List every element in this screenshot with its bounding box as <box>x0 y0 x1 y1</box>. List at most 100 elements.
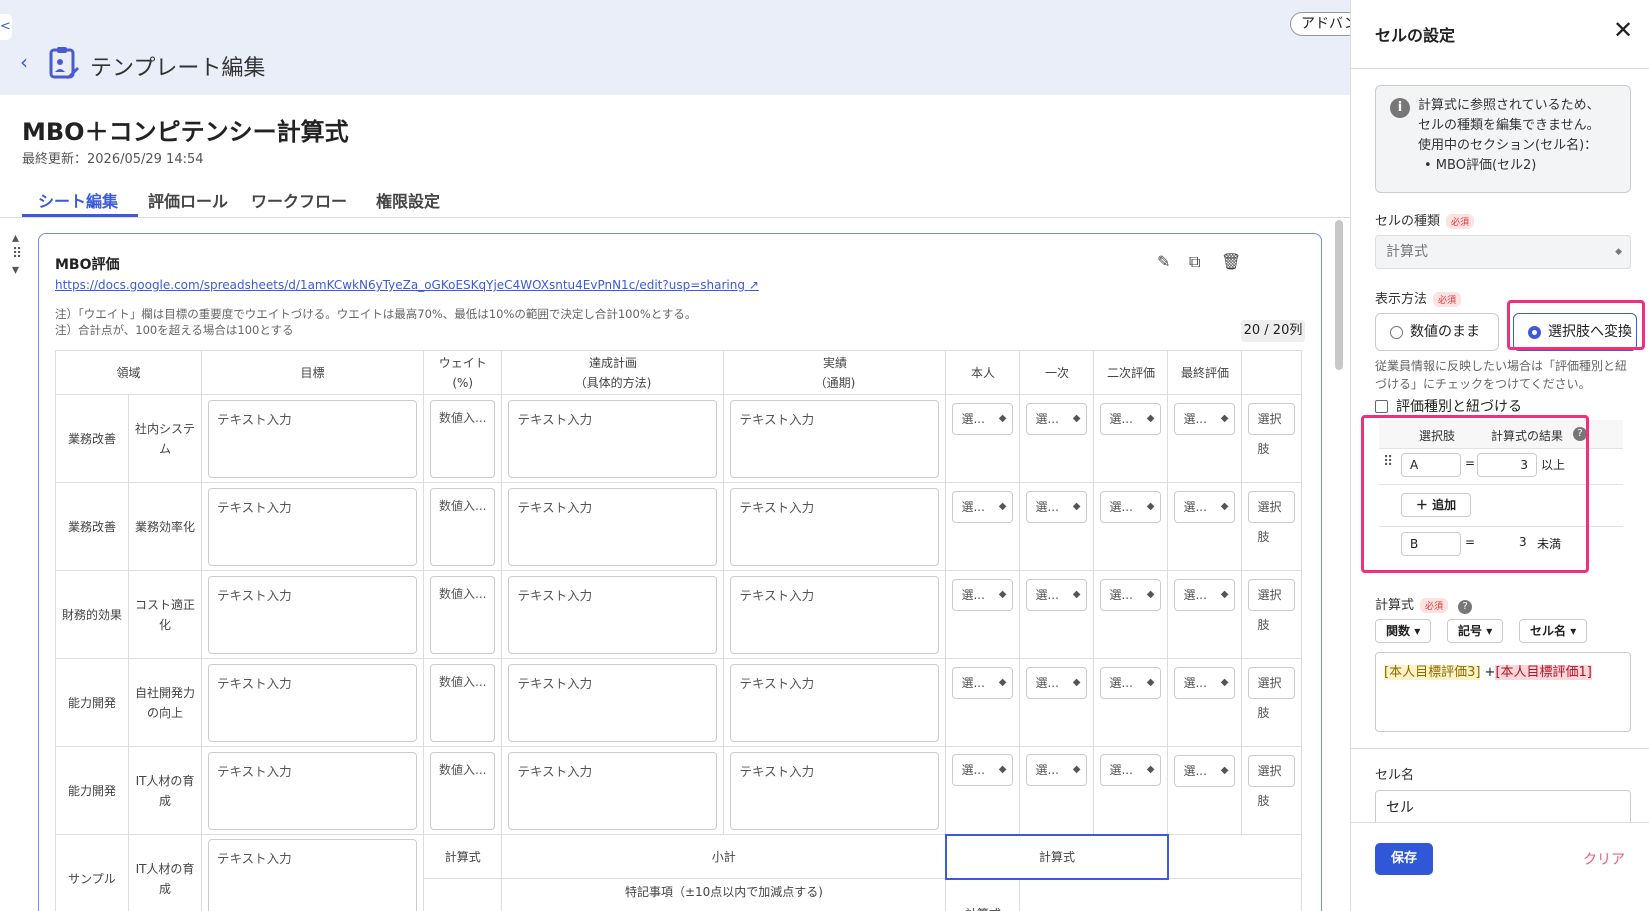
self-select[interactable]: 選... ◆ <box>952 402 1014 435</box>
symbol-dropdown[interactable]: 記号 ▾ <box>1447 619 1504 643</box>
final-select[interactable]: 選... ◆ <box>1174 490 1236 523</box>
copy-icon[interactable]: ⧉ <box>1189 252 1200 272</box>
sheet-table: 領域 目標 ウェイト (%) 達成計画 （具体的方法) 実績 （通期) 本人 一次 二… <box>55 350 1303 911</box>
second-select[interactable]: 選... ◆ <box>1100 490 1162 523</box>
goal-input[interactable]: テキスト入力 <box>208 839 417 911</box>
formula-cell[interactable]: 計算式 <box>945 878 1021 911</box>
result-input[interactable]: テキスト入力 <box>730 663 940 742</box>
first-select[interactable]: 選... ◆ <box>1026 754 1088 787</box>
updown-icon: ◆ <box>1220 500 1229 512</box>
formula-editor[interactable]: [本人目標評価3] +[本人目標評価1] <box>1375 652 1631 732</box>
spreadsheet-link[interactable]: https://docs.google.com/spreadsheets/d/1… <box>55 278 759 292</box>
extra-select[interactable]: 選択肢 <box>1248 490 1296 544</box>
second-select[interactable]: 選... ◆ <box>1100 402 1162 435</box>
tab-sheet-edit[interactable]: シート編集 <box>38 188 118 212</box>
back-chevron-icon[interactable]: ‹ <box>20 50 28 74</box>
area-cell: 業務改善 <box>55 482 129 571</box>
formula-cell[interactable]: 計算式 <box>422 834 503 879</box>
special-note-cell[interactable]: 特記事項（±10点以内で加減点する) <box>501 878 947 911</box>
goal-input[interactable]: テキスト入力 <box>208 487 417 566</box>
select-text: 選... <box>1109 675 1133 690</box>
sheet-grid: 領域 目標 ウェイト (%) 達成計画 （具体的方法) 実績 （通期) 本人 一次 二… <box>55 350 1305 911</box>
table-row-sample: サンプル IT人材の育成 テキスト入力 計算式 小計 計算式 <box>55 833 1303 911</box>
updown-icon: ◆ <box>1220 588 1229 600</box>
close-icon[interactable]: ✕ <box>1613 16 1633 44</box>
goal-input[interactable]: テキスト入力 <box>208 575 417 654</box>
weight-input[interactable]: 数値入... <box>430 399 496 478</box>
extra-select[interactable]: 選択肢 <box>1248 402 1296 456</box>
first-select[interactable]: 選... ◆ <box>1026 490 1088 523</box>
updown-icon: ◆ <box>998 764 1007 776</box>
link-eval-checkbox[interactable]: 評価種別と紐づける <box>1375 396 1522 416</box>
self-select[interactable]: 選... ◆ <box>952 754 1014 787</box>
cell-name-label: セル名 <box>1375 768 1415 783</box>
final-select[interactable]: 選... ◆ <box>1174 578 1236 611</box>
table-row: 業務改善 業務効率化 テキスト入力 数値入... テキスト入力 テキスト入力 選… <box>55 482 1303 571</box>
collapse-arrow-icon[interactable]: < <box>0 14 12 40</box>
weight-input[interactable]: 数値入... <box>430 575 496 654</box>
panel-title: セルの設定 <box>1375 26 1456 45</box>
plan-input[interactable]: テキスト入力 <box>508 663 718 742</box>
tab-permissions[interactable]: 権限設定 <box>376 188 440 212</box>
updown-icon: ◆ <box>1072 764 1081 776</box>
result-input[interactable]: テキスト入力 <box>730 575 940 654</box>
save-button[interactable]: 保存 <box>1375 843 1433 875</box>
symbol-label: 記号 <box>1458 624 1483 638</box>
goal-input[interactable]: テキスト入力 <box>208 663 417 742</box>
second-select[interactable]: 選... ◆ <box>1100 666 1162 699</box>
self-select[interactable]: 選... ◆ <box>952 666 1014 699</box>
edit-pencil-icon[interactable]: ✎ <box>1157 252 1170 271</box>
section-card: MBO評価 https://docs.google.com/spreadshee… <box>38 233 1322 911</box>
first-select[interactable]: 選... ◆ <box>1026 578 1088 611</box>
weight-input[interactable]: 数値入... <box>430 487 496 566</box>
cellname-dropdown[interactable]: セル名 ▾ <box>1519 619 1588 643</box>
plan-input[interactable]: テキスト入力 <box>508 751 718 830</box>
extra-select[interactable]: 選択肢 <box>1248 754 1296 808</box>
subtotal-cell[interactable]: 小計 <box>501 834 947 879</box>
updown-icon: ◆ <box>998 500 1007 512</box>
extra-select[interactable]: 選択肢 <box>1248 666 1296 720</box>
plan-input[interactable]: テキスト入力 <box>508 399 718 478</box>
plan-input[interactable]: テキスト入力 <box>508 487 718 566</box>
area-cell: 業務改善 <box>55 394 129 483</box>
first-select[interactable]: 選... ◆ <box>1026 402 1088 435</box>
radio-raw-number[interactable]: 数値のまま <box>1375 313 1499 351</box>
weight-input[interactable]: 数値入... <box>430 751 496 830</box>
tab-workflow[interactable]: ワークフロー <box>251 188 347 212</box>
function-dropdown[interactable]: 関数 ▾ <box>1375 619 1432 643</box>
formula-cell-selected[interactable]: 計算式 <box>944 833 1169 880</box>
self-select[interactable]: 選... ◆ <box>952 490 1014 523</box>
clear-button[interactable]: クリア <box>1583 849 1625 869</box>
cell-name-input[interactable]: セル <box>1375 790 1631 826</box>
checkbox[interactable] <box>1375 400 1388 413</box>
goal-input[interactable]: テキスト入力 <box>208 399 417 478</box>
help-icon[interactable]: ? <box>1458 600 1473 614</box>
panel-divider <box>1351 68 1649 69</box>
second-select[interactable]: 選... ◆ <box>1100 754 1162 787</box>
spreadsheet-link-text[interactable]: https://docs.google.com/spreadsheets/d/1… <box>55 278 745 292</box>
section-drag-handle-icon[interactable]: ▴ ⠿ ▾ <box>12 230 22 278</box>
result-input[interactable]: テキスト入力 <box>730 751 940 830</box>
second-select[interactable]: 選... ◆ <box>1100 578 1162 611</box>
trash-icon[interactable]: 🗑 <box>1221 252 1241 271</box>
extra-select[interactable]: 選択肢 <box>1248 578 1296 632</box>
final-select[interactable]: 選... ◆ <box>1174 402 1236 435</box>
header-result-label: 実績 <box>822 355 847 370</box>
updown-icon: ◆ <box>1146 412 1155 424</box>
result-input[interactable]: テキスト入力 <box>730 487 940 566</box>
final-select[interactable]: 選... ◆ <box>1174 754 1236 787</box>
external-link-icon[interactable]: ↗ <box>749 278 759 292</box>
sub-area-cell: IT人材の育成 <box>128 746 202 835</box>
radio-circle[interactable] <box>1390 326 1403 339</box>
plan-input[interactable]: テキスト入力 <box>508 575 718 654</box>
vertical-scrollbar[interactable] <box>1335 220 1343 370</box>
goal-input[interactable]: テキスト入力 <box>208 751 417 830</box>
first-select[interactable]: 選... ◆ <box>1026 666 1088 699</box>
weight-input[interactable]: 数値入... <box>430 663 496 742</box>
updown-icon: ◆ <box>1220 412 1229 424</box>
result-input[interactable]: テキスト入力 <box>730 399 940 478</box>
tab-eval-role[interactable]: 評価ロール <box>148 188 228 212</box>
final-select[interactable]: 選... ◆ <box>1174 666 1236 699</box>
select-text: 選... <box>961 499 985 514</box>
self-select[interactable]: 選... ◆ <box>952 578 1014 611</box>
